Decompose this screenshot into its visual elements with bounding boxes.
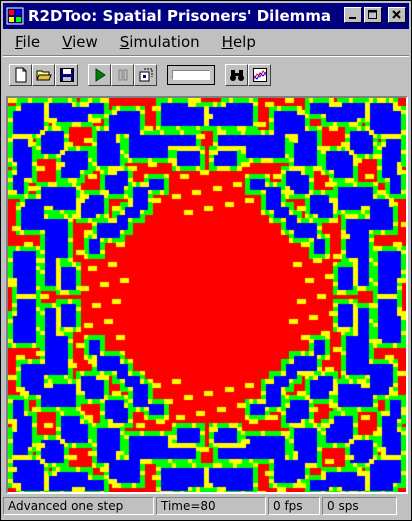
close-button[interactable] <box>388 7 406 23</box>
play-button[interactable] <box>88 64 111 86</box>
speed-slider-track[interactable] <box>172 70 210 80</box>
simulation-grid-frame <box>6 96 408 494</box>
step-icon <box>139 68 152 82</box>
new-button[interactable] <box>9 64 32 86</box>
minimize-icon <box>349 17 356 19</box>
maximize-button[interactable] <box>364 7 382 23</box>
pause-button[interactable] <box>111 64 134 86</box>
status-bar: Advanced one step Time=80 0 fps 0 sps <box>3 497 409 517</box>
pause-icon <box>118 69 127 81</box>
toolbar-separator <box>3 55 409 57</box>
open-icon <box>35 70 52 81</box>
status-fps: 0 fps <box>268 497 320 515</box>
speed-slider[interactable] <box>167 65 215 85</box>
status-time: Time=80 <box>156 497 266 515</box>
app-icon <box>6 7 24 25</box>
simulation-grid[interactable] <box>8 98 406 492</box>
status-message: Advanced one step <box>3 497 154 515</box>
inspect-button[interactable] <box>225 64 248 86</box>
close-icon <box>392 10 401 19</box>
save-button[interactable] <box>55 64 78 86</box>
title-bar[interactable]: R2DToo: Spatial Prisoners' Dilemma <box>3 3 409 29</box>
window-title: R2DToo: Spatial Prisoners' Dilemma <box>28 7 332 25</box>
graph-icon <box>252 68 267 82</box>
save-icon <box>59 68 74 82</box>
toolbar <box>9 61 271 89</box>
graph-button[interactable] <box>248 64 271 86</box>
new-icon <box>15 67 26 83</box>
app-window: R2DToo: Spatial Prisoners' Dilemma File … <box>0 0 412 521</box>
menu-simulation[interactable]: Simulation <box>108 33 210 51</box>
maximize-icon <box>368 10 377 19</box>
binoculars-icon <box>229 70 244 81</box>
menu-view[interactable]: View <box>50 33 108 51</box>
menu-file[interactable]: File <box>3 33 50 51</box>
play-icon <box>95 68 106 82</box>
step-button[interactable] <box>134 64 157 86</box>
menu-help[interactable]: Help <box>210 33 266 51</box>
open-button[interactable] <box>32 64 55 86</box>
status-sps: 0 sps <box>322 497 397 515</box>
minimize-button[interactable] <box>344 7 362 23</box>
menu-bar: File View Simulation Help <box>3 31 266 53</box>
